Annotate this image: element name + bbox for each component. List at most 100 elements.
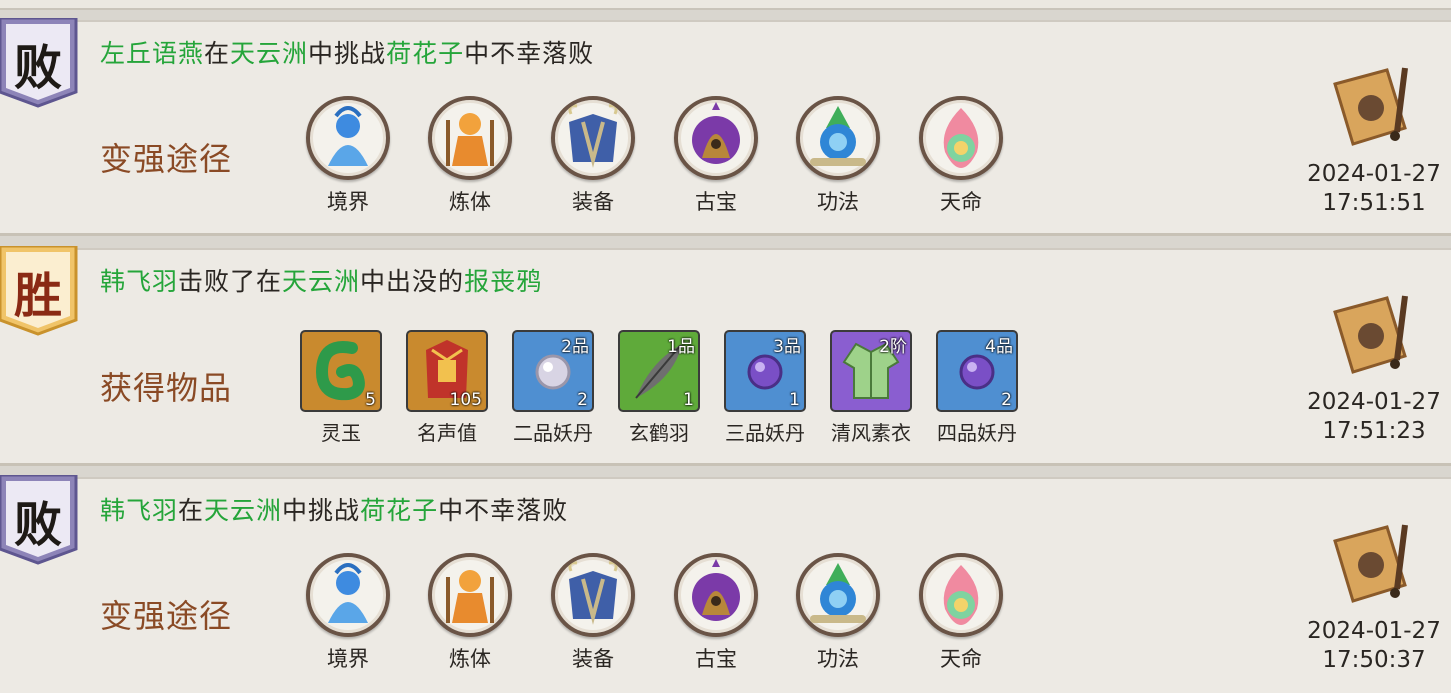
reward-item-reputation[interactable]: 105 名声值 — [394, 330, 500, 446]
reward-item-demon-core-2[interactable]: 2品 2 二品妖丹 — [500, 330, 606, 446]
record-datetime: 2024-01-27 17:50:37 — [1296, 617, 1451, 675]
robe-icon[interactable]: 2阶 — [830, 330, 912, 412]
path-item-technique[interactable]: 功法 — [783, 553, 893, 673]
ancient-treasure-icon[interactable] — [674, 553, 758, 637]
title-text: 中挑战 — [282, 496, 361, 525]
realm-icon[interactable] — [306, 553, 390, 637]
item-qty: 5 — [365, 390, 376, 410]
defeat-badge: 败 — [0, 18, 78, 114]
item-label: 三品妖丹 — [725, 421, 805, 445]
path-item-treasure[interactable]: 古宝 — [661, 96, 771, 216]
record-datetime: 2024-01-27 17:51:51 — [1296, 160, 1451, 218]
technique-icon[interactable] — [796, 553, 880, 637]
battle-record-card: 胜 韩飞羽击败了在天云洲中出没的报丧鸦 获得物品 5 灵玉 105 名声值 2品… — [0, 246, 1451, 466]
equipment-icon[interactable] — [551, 96, 635, 180]
item-label: 二品妖丹 — [513, 421, 593, 445]
destiny-icon[interactable] — [919, 96, 1003, 180]
location-name[interactable]: 天云洲 — [230, 39, 308, 68]
item-label: 清风素衣 — [831, 421, 911, 445]
destiny-icon[interactable] — [919, 553, 1003, 637]
record-time: 17:51:51 — [1322, 190, 1426, 216]
player-name[interactable]: 左丘语燕 — [100, 39, 204, 68]
path-item-equipment[interactable]: 装备 — [538, 96, 648, 216]
target-name[interactable]: 报丧鸦 — [464, 267, 542, 296]
battle-replay-scroll-icon[interactable] — [1325, 62, 1417, 152]
title-text: 中不幸落败 — [438, 496, 569, 525]
battle-replay-scroll-icon[interactable] — [1325, 519, 1417, 609]
reputation-icon[interactable]: 105 — [406, 330, 488, 412]
item-label: 玄鹤羽 — [629, 421, 689, 445]
result-char: 败 — [13, 497, 62, 553]
item-grade: 1品 — [667, 337, 695, 357]
spirit-jade-icon[interactable]: 5 — [300, 330, 382, 412]
demon-core-icon[interactable]: 2品 2 — [512, 330, 594, 412]
path-label: 古宝 — [695, 190, 737, 214]
record-title: 韩飞羽在天云洲中挑战荷花子中不幸落败 — [100, 491, 568, 527]
record-time: 17:51:23 — [1322, 418, 1426, 444]
target-name[interactable]: 荷花子 — [360, 496, 438, 525]
player-name[interactable]: 韩飞羽 — [100, 496, 178, 525]
target-name[interactable]: 荷花子 — [386, 39, 464, 68]
body-refining-icon[interactable] — [428, 553, 512, 637]
record-date: 2024-01-27 — [1307, 389, 1441, 415]
path-item-realm[interactable]: 境界 — [293, 96, 403, 216]
item-label: 四品妖丹 — [937, 421, 1017, 445]
section-label: 变强途径 — [100, 140, 233, 178]
item-grade: 2品 — [561, 337, 589, 357]
technique-icon[interactable] — [796, 96, 880, 180]
item-qty: 2 — [1001, 390, 1012, 410]
record-datetime: 2024-01-27 17:51:23 — [1296, 388, 1451, 446]
path-label: 装备 — [572, 647, 614, 671]
battle-replay-scroll-icon[interactable] — [1325, 290, 1417, 380]
demon-core-icon[interactable]: 4品 2 — [936, 330, 1018, 412]
path-label: 装备 — [572, 190, 614, 214]
record-date: 2024-01-27 — [1307, 161, 1441, 187]
path-item-body[interactable]: 炼体 — [415, 96, 525, 216]
victory-badge: 胜 — [0, 246, 78, 342]
item-label: 名声值 — [417, 421, 477, 445]
path-label: 炼体 — [449, 647, 491, 671]
path-item-destiny[interactable]: 天命 — [906, 553, 1016, 673]
realm-icon[interactable] — [306, 96, 390, 180]
path-item-equipment[interactable]: 装备 — [538, 553, 648, 673]
item-grade: 3品 — [773, 337, 801, 357]
location-name[interactable]: 天云洲 — [204, 496, 282, 525]
reward-item-crane-feather[interactable]: 1品 1 玄鹤羽 — [606, 330, 712, 446]
ancient-treasure-icon[interactable] — [674, 96, 758, 180]
top-divider — [0, 0, 1451, 10]
title-text: 中不幸落败 — [464, 39, 595, 68]
result-char: 败 — [13, 40, 62, 96]
item-qty: 1 — [789, 390, 800, 410]
path-label: 境界 — [327, 190, 369, 214]
path-item-realm[interactable]: 境界 — [293, 553, 403, 673]
reward-item-breeze-robe[interactable]: 2阶 清风素衣 — [818, 330, 924, 446]
item-qty: 1 — [683, 390, 694, 410]
title-text: 击败了在 — [178, 267, 283, 296]
result-char: 胜 — [13, 268, 62, 324]
location-name[interactable]: 天云洲 — [282, 267, 360, 296]
title-text: 中挑战 — [308, 39, 387, 68]
path-item-technique[interactable]: 功法 — [783, 96, 893, 216]
path-item-treasure[interactable]: 古宝 — [661, 553, 771, 673]
reward-item-demon-core-3[interactable]: 3品 1 三品妖丹 — [712, 330, 818, 446]
item-grade: 4品 — [985, 337, 1013, 357]
path-item-body[interactable]: 炼体 — [415, 553, 525, 673]
title-text: 在 — [204, 39, 231, 68]
demon-core-icon[interactable]: 3品 1 — [724, 330, 806, 412]
path-label: 古宝 — [695, 647, 737, 671]
item-label: 灵玉 — [321, 421, 361, 445]
battle-record-card: 败 韩飞羽在天云洲中挑战荷花子中不幸落败 变强途径 境界 炼体 装备 古宝 功法… — [0, 475, 1451, 693]
battle-record-card: 败 左丘语燕在天云洲中挑战荷花子中不幸落败 变强途径 境界 炼体 装备 古宝 功… — [0, 18, 1451, 236]
defeat-badge: 败 — [0, 475, 78, 571]
item-grade: 2阶 — [879, 337, 907, 357]
player-name[interactable]: 韩飞羽 — [100, 267, 178, 296]
path-item-destiny[interactable]: 天命 — [906, 96, 1016, 216]
body-refining-icon[interactable] — [428, 96, 512, 180]
path-label: 境界 — [327, 647, 369, 671]
reward-item-demon-core-4[interactable]: 4品 2 四品妖丹 — [924, 330, 1030, 446]
feather-icon[interactable]: 1品 1 — [618, 330, 700, 412]
record-title: 韩飞羽击败了在天云洲中出没的报丧鸦 — [100, 262, 542, 298]
reward-item-spirit-jade[interactable]: 5 灵玉 — [288, 330, 394, 446]
record-time: 17:50:37 — [1322, 647, 1426, 673]
equipment-icon[interactable] — [551, 553, 635, 637]
